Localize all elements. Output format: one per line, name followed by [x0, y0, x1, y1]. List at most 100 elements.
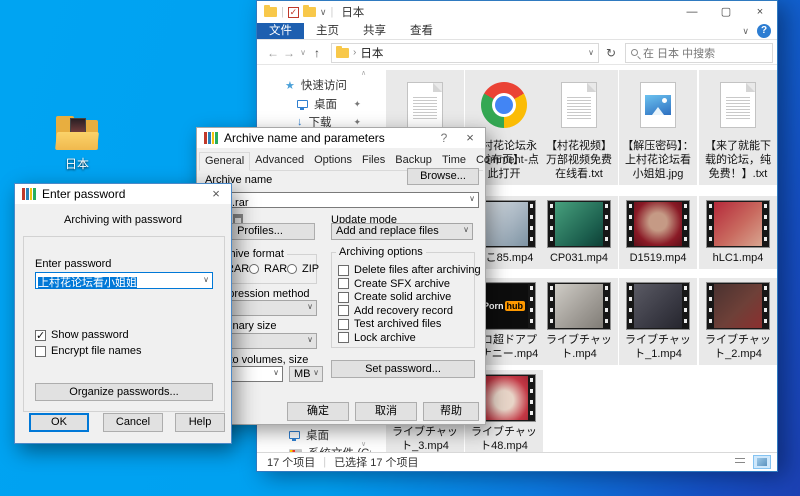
details-view-button[interactable]	[731, 455, 749, 469]
show-password-checkbox[interactable]: Show password	[35, 329, 129, 341]
ribbon-tabs: 文件主页共享查看 ∨ ?	[257, 23, 777, 40]
winrar-tab-general[interactable]: General	[199, 152, 250, 171]
option-checkbox-6[interactable]: Lock archive	[338, 332, 416, 344]
file-name: ライブチャット_1.mp4	[619, 333, 697, 361]
text-file-icon	[561, 82, 597, 128]
menu-tab-3[interactable]: 共享	[351, 23, 398, 39]
refresh-button[interactable]: ↻	[601, 43, 621, 63]
forward-button[interactable]: →	[281, 46, 297, 60]
update-mode-combobox[interactable]: Add and replace files	[331, 223, 473, 240]
help-icon[interactable]: ?	[757, 24, 771, 38]
menu-tab-1[interactable]: 文件	[257, 23, 304, 39]
folder-icon[interactable]	[303, 7, 316, 17]
file-tile[interactable]: 【解压密码】：上村花论坛看小姐姐.jpg	[619, 70, 697, 185]
file-name: ライブチャット48.mp4	[465, 425, 543, 453]
option-checkbox-4[interactable]: Add recovery record	[338, 305, 453, 317]
minimize-button[interactable]: —	[675, 1, 709, 23]
scroll-up-icon[interactable]: ∧	[359, 69, 368, 77]
video-thumbnail	[547, 282, 611, 330]
folder-icon	[336, 48, 349, 58]
sidebar-item-quick-access[interactable]: ★ 快速访问	[285, 77, 347, 93]
option-checkbox-5[interactable]: Test archived files	[338, 318, 441, 330]
file-name: 【解压密码】：上村花论坛看小姐姐.jpg	[619, 139, 697, 181]
ok-button[interactable]: OK	[29, 413, 89, 432]
winrar-tab-comment[interactable]: Comment	[471, 152, 529, 170]
organize-passwords-button[interactable]: Organize passwords...	[35, 383, 213, 401]
pornhub-logo: Pornhub	[480, 284, 528, 328]
qat-check-icon[interactable]: ✓	[288, 7, 299, 18]
checkbox-icon	[338, 319, 349, 330]
encrypt-names-checkbox[interactable]: Encrypt file names	[35, 345, 141, 357]
winrar-icon	[22, 188, 36, 200]
password-dialog: Enter password × Archiving with password…	[14, 183, 232, 444]
option-checkbox-1[interactable]: Delete files after archiving	[338, 264, 481, 276]
qat-dropdown-icon[interactable]: ∨	[320, 7, 327, 18]
sidebar-item-desktop-2[interactable]: 桌面	[289, 427, 329, 443]
desktop-icon-nihon[interactable]: 日本	[48, 116, 106, 172]
recent-locations-icon[interactable]: ∨	[297, 48, 309, 57]
video-thumbnail	[706, 200, 770, 248]
help-button[interactable]: 帮助	[423, 402, 479, 421]
back-button[interactable]: ←	[265, 46, 281, 60]
ribbon-collapse-icon[interactable]: ∨	[742, 26, 749, 37]
dialog-close-button[interactable]: ×	[461, 130, 479, 145]
option-checkbox-3[interactable]: Create solid archive	[338, 291, 451, 303]
breadcrumb-folder[interactable]: 日本	[360, 45, 383, 61]
file-tile[interactable]: 【来了就能下载的论坛，纯免费！】.txt	[699, 70, 777, 185]
desktop: 日本 | ✓ ∨ | 日本 — ▢ × 文件主页共享查看 ∨ ?	[0, 0, 800, 496]
winrar-tab-options[interactable]: Options	[309, 152, 357, 170]
cancel-button[interactable]: 取消	[355, 402, 417, 421]
file-tile[interactable]: ライブチャット.mp4	[540, 278, 618, 365]
ok-button[interactable]: 确定	[287, 402, 349, 421]
dialog-close-button[interactable]: ×	[207, 186, 225, 201]
close-button[interactable]: ×	[743, 1, 777, 23]
winrar-dialog: Archive name and parameters ? × GeneralA…	[196, 127, 486, 425]
file-name: 【村花视频】万部视频免费在线看.txt	[540, 139, 618, 181]
set-password-button[interactable]: Set password...	[331, 360, 475, 378]
help-button[interactable]: Help	[175, 413, 225, 432]
file-tile[interactable]: ライブチャット_1.mp4	[619, 278, 697, 365]
radio-icon	[287, 264, 297, 274]
checkbox-checked-icon	[35, 330, 46, 341]
password-combobox[interactable]: 上村花论坛看小姐姐	[35, 272, 213, 289]
winrar-tab-files[interactable]: Files	[357, 152, 390, 170]
items-count: 17 个项目	[267, 454, 315, 470]
split-unit-combobox[interactable]: MB	[289, 366, 323, 382]
file-tile[interactable]: CP031.mp4	[540, 196, 618, 269]
thumbnail-view-button[interactable]	[753, 455, 771, 469]
archive-name-combobox[interactable]: 日本.rar	[205, 192, 479, 208]
winrar-tab-advanced[interactable]: Advanced	[250, 152, 309, 170]
monitor-icon	[289, 431, 300, 439]
file-tile[interactable]: 【村花视频】万部视频免费在线看.txt	[540, 70, 618, 185]
scroll-down-icon[interactable]: ∨	[359, 440, 368, 448]
breadcrumb[interactable]: › 日本 ∨	[331, 43, 599, 63]
menu-tab-4[interactable]: 查看	[398, 23, 445, 39]
folder-icon[interactable]	[264, 7, 277, 17]
browse-button[interactable]: Browse...	[407, 168, 479, 185]
up-button[interactable]: ↑	[309, 46, 325, 60]
dialog-help-button[interactable]: ?	[437, 131, 451, 145]
video-thumbnail	[547, 200, 611, 248]
file-tile[interactable]: hLC1.mp4	[699, 196, 777, 269]
password-titlebar: Enter password	[15, 184, 231, 204]
text-file-icon	[407, 82, 443, 128]
cancel-button[interactable]: Cancel	[103, 413, 163, 432]
maximize-button[interactable]: ▢	[709, 1, 743, 23]
quick-access-toolbar: | ✓ ∨ | 日本	[257, 4, 364, 20]
option-checkbox-2[interactable]: Create SFX archive	[338, 278, 450, 290]
folder-icon	[54, 116, 100, 152]
monitor-icon	[297, 100, 308, 108]
checkbox-icon	[338, 292, 349, 303]
image-file-icon	[640, 82, 676, 128]
radio-zip[interactable]: ZIP	[287, 263, 319, 275]
file-tile[interactable]: D1519.mp4	[619, 196, 697, 269]
file-name: ライブチャット_2.mp4	[699, 333, 777, 361]
file-name: D1519.mp4	[619, 251, 697, 265]
search-input[interactable]: 在 日本 中搜索	[625, 43, 773, 63]
video-thumbnail	[706, 282, 770, 330]
checkbox-icon	[338, 332, 349, 343]
address-dropdown-icon[interactable]: ∨	[588, 48, 594, 57]
menu-tab-2[interactable]: 主页	[304, 23, 351, 39]
file-tile[interactable]: ライブチャット_2.mp4	[699, 278, 777, 365]
text-file-icon	[720, 82, 756, 128]
